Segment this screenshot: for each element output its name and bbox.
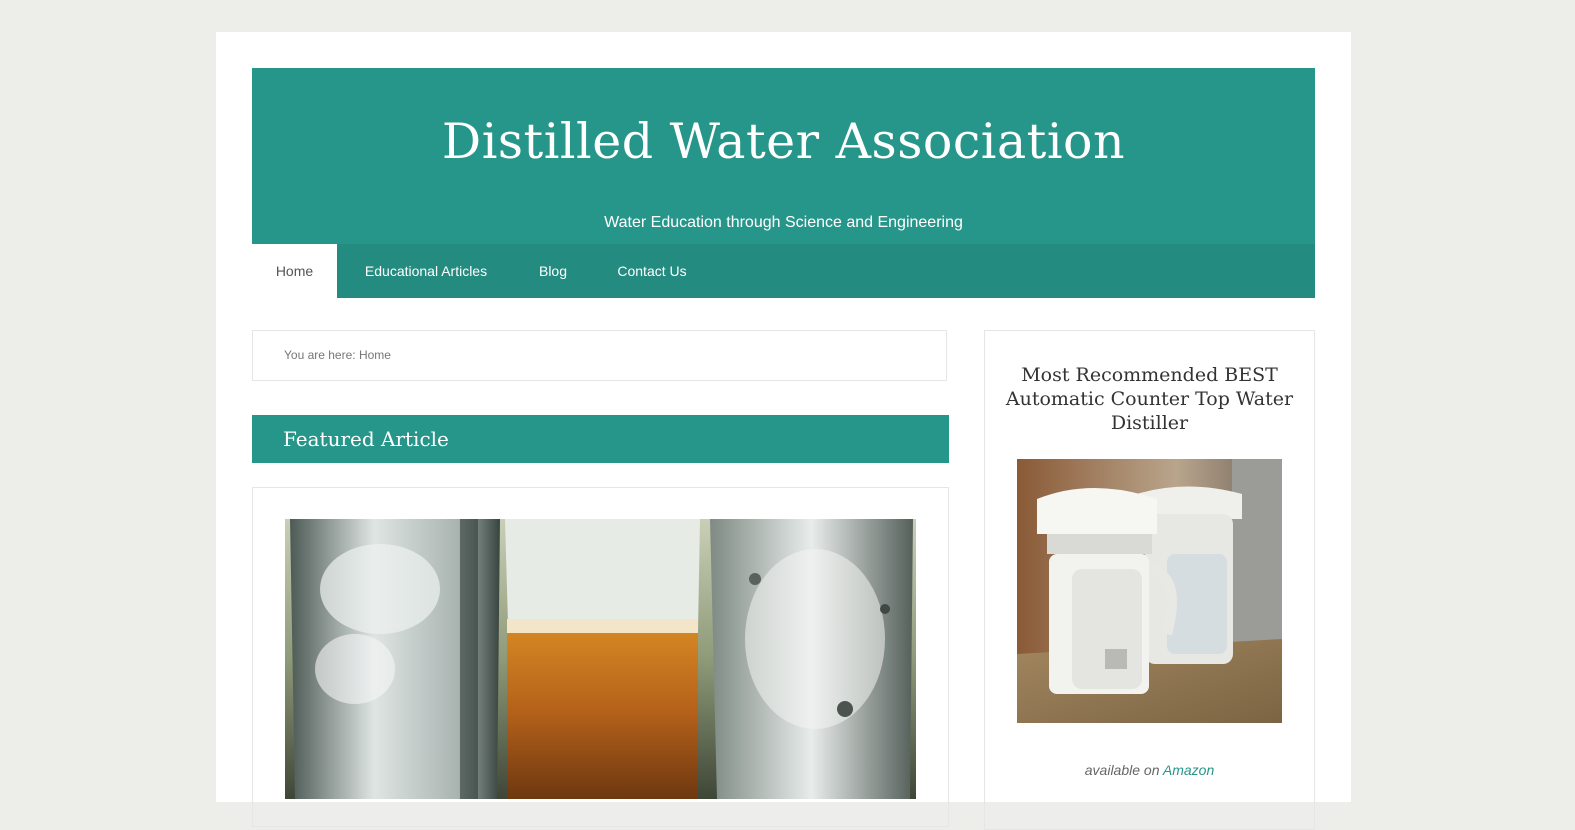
availability-prefix: available on bbox=[1084, 762, 1160, 778]
featured-section-header: Featured Article bbox=[252, 415, 949, 463]
site-description: Water Education through Science and Engi… bbox=[604, 214, 963, 231]
breadcrumb-home-link[interactable]: Home bbox=[359, 348, 391, 362]
availability-text: available on Amazon bbox=[985, 762, 1314, 778]
nav-item-blog[interactable]: Blog bbox=[515, 244, 591, 298]
widget-title: Most Recommended BEST Automatic Counter … bbox=[1005, 364, 1294, 434]
sidebar-widget: Most Recommended BEST Automatic Counter … bbox=[984, 330, 1315, 830]
primary-nav: Home Educational Articles Blog Contact U… bbox=[252, 244, 1315, 298]
featured-heading: Featured Article bbox=[283, 427, 449, 451]
breadcrumb-prefix: You are here: bbox=[284, 348, 356, 362]
featured-article bbox=[252, 487, 949, 827]
site-title[interactable]: Distilled Water Association bbox=[252, 112, 1315, 172]
amazon-link[interactable]: Amazon bbox=[1163, 762, 1214, 778]
nav-item-home[interactable]: Home bbox=[252, 244, 337, 298]
breadcrumb: You are here: Home bbox=[284, 348, 391, 362]
nav-item-contact-us[interactable]: Contact Us bbox=[591, 244, 713, 298]
nav-item-educational-articles[interactable]: Educational Articles bbox=[337, 244, 515, 298]
site-header: Distilled Water Association Water Educat… bbox=[252, 68, 1315, 244]
featured-article-image[interactable] bbox=[285, 519, 916, 799]
site-container: Distilled Water Association Water Educat… bbox=[216, 32, 1351, 830]
water-distiller-product-image[interactable] bbox=[1017, 459, 1282, 723]
breadcrumb-box: You are here: Home bbox=[252, 330, 947, 381]
